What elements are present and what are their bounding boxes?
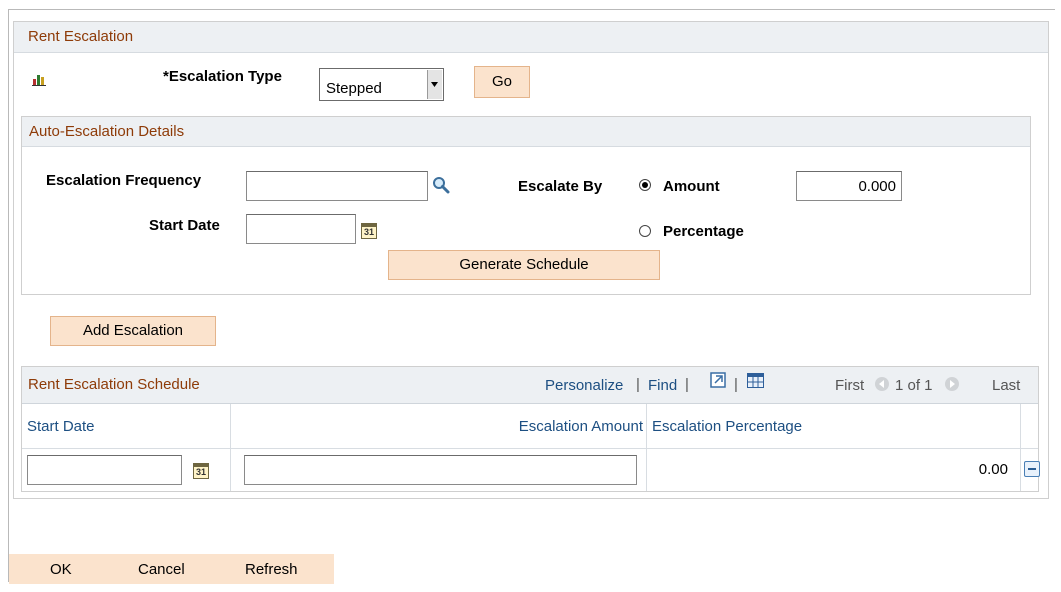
escalation-frequency-label: Escalation Frequency xyxy=(46,172,202,189)
rent-escalation-panel: Rent Escalation *Escalation Type Stepped… xyxy=(13,21,1049,499)
column-header-row: Start Date Escalation Amount Escalation … xyxy=(22,404,1038,449)
add-escalation-button[interactable]: Add Escalation xyxy=(50,316,216,346)
separator: | xyxy=(636,376,640,393)
escalation-frequency-input[interactable] xyxy=(246,171,428,201)
amount-radio[interactable] xyxy=(639,179,651,191)
rent-escalation-header: Rent Escalation xyxy=(14,22,1048,53)
search-icon[interactable] xyxy=(432,176,450,194)
ok-button[interactable]: OK xyxy=(50,561,72,578)
personalize-link[interactable]: Personalize xyxy=(545,377,623,394)
find-link[interactable]: Find xyxy=(648,377,677,394)
first-label: First xyxy=(835,377,865,394)
percentage-label: Percentage xyxy=(663,223,744,240)
calendar-icon[interactable]: 31 xyxy=(193,463,209,479)
table-row: 31 0.00 xyxy=(22,449,1040,491)
delete-row-icon[interactable] xyxy=(1024,461,1040,477)
amount-label: Amount xyxy=(663,178,720,195)
dropdown-arrow-icon[interactable] xyxy=(427,70,442,99)
escalation-type-value: Stepped xyxy=(326,80,382,97)
next-arrow-icon[interactable] xyxy=(944,376,960,392)
generate-schedule-button[interactable]: Generate Schedule xyxy=(388,250,660,280)
row-escalation-amount-input[interactable] xyxy=(244,455,637,485)
page-range: 1 of 1 xyxy=(895,377,933,394)
schedule-header: Rent Escalation Schedule Personalize | F… xyxy=(22,367,1038,404)
footer-button-bar: OK Cancel Refresh xyxy=(9,554,334,584)
go-button[interactable]: Go xyxy=(474,66,530,98)
calendar-icon[interactable]: 31 xyxy=(361,223,377,239)
separator: | xyxy=(685,376,689,393)
last-label: Last xyxy=(992,377,1021,394)
cancel-button[interactable]: Cancel xyxy=(138,561,185,578)
auto-escalation-header: Auto-Escalation Details xyxy=(22,117,1030,147)
start-date-input[interactable] xyxy=(246,214,356,244)
auto-escalation-title: Auto-Escalation Details xyxy=(29,123,185,140)
spreadsheet-icon[interactable] xyxy=(747,373,764,388)
start-date-label: Start Date xyxy=(149,217,220,234)
refresh-button[interactable]: Refresh xyxy=(245,561,298,578)
separator: | xyxy=(734,376,738,393)
previous-arrow-icon[interactable] xyxy=(874,376,890,392)
column-header-start-date[interactable]: Start Date xyxy=(27,418,95,435)
escalation-type-select[interactable]: Stepped xyxy=(319,68,444,101)
escalation-type-label: *Escalation Type xyxy=(163,68,282,85)
escalate-by-label: Escalate By xyxy=(518,178,603,195)
column-header-escalation-amount[interactable]: Escalation Amount xyxy=(519,418,643,435)
schedule-grid: Rent Escalation Schedule Personalize | F… xyxy=(21,366,1040,492)
row-start-date-input[interactable] xyxy=(27,455,182,485)
percentage-radio[interactable] xyxy=(639,225,651,237)
chart-icon[interactable] xyxy=(32,72,46,86)
new-window-icon[interactable] xyxy=(710,372,726,388)
schedule-title: Rent Escalation Schedule xyxy=(28,376,200,393)
rent-escalation-title: Rent Escalation xyxy=(28,28,134,45)
column-header-escalation-percentage[interactable]: Escalation Percentage xyxy=(652,418,802,435)
row-escalation-percentage: 0.00 xyxy=(978,461,1008,478)
amount-input[interactable] xyxy=(796,171,902,201)
